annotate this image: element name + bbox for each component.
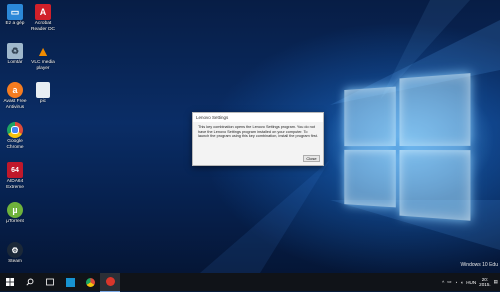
recycle-bin-icon: ♻ — [7, 43, 23, 59]
desktop-icon-pic[interactable]: pic — [28, 82, 58, 105]
desktop-icon-aida64[interactable]: 64 AIDA64 Extreme — [0, 162, 30, 190]
desktop-icon-vlc[interactable]: ▲ VLC media player — [28, 43, 58, 71]
close-button[interactable]: Close — [303, 155, 320, 162]
chrome-taskbar-button[interactable] — [80, 273, 100, 291]
search-button[interactable] — [20, 273, 40, 291]
desktop-icon-acrobat[interactable]: A Acrobat Reader DC — [28, 4, 58, 32]
language-indicator[interactable]: HUN — [466, 280, 476, 285]
avast-icon: a — [7, 82, 23, 98]
network-icon[interactable]: ◔ — [455, 280, 458, 285]
windows-start-icon — [6, 278, 14, 286]
desktop-icon-recycle-bin[interactable]: ♻ Lomtár — [0, 43, 30, 66]
app-taskbar-button[interactable] — [100, 272, 120, 292]
taskbar — [0, 272, 500, 292]
desktop-icon-steam[interactable]: ⚙ Steam — [0, 242, 30, 265]
store-button[interactable] — [60, 273, 80, 291]
notifications-icon[interactable]: ▤ — [494, 279, 498, 285]
system-tray: ^ ▭ ◔ ◖ HUN 20: 2015. ▤ — [442, 273, 498, 291]
volume-icon[interactable]: ◖ — [460, 280, 463, 285]
desktop-icon-utorrent[interactable]: µ µTorrent — [0, 202, 30, 225]
battery-icon[interactable]: ▭ — [447, 279, 451, 285]
windows-logo-wallpaper — [344, 73, 474, 223]
app-icon — [105, 277, 115, 286]
task-view-icon — [46, 278, 54, 286]
vlc-icon: ▲ — [36, 43, 50, 59]
start-button[interactable] — [0, 273, 20, 291]
aida64-icon: 64 — [7, 162, 23, 178]
clock[interactable]: 20: 2015. — [479, 277, 491, 288]
desktop-icon-avast[interactable]: a Avast Free Antivirus — [0, 82, 30, 110]
windows-watermark: Windows 10 Edu — [460, 262, 498, 268]
computer-icon: ▭ — [7, 4, 23, 20]
file-icon — [36, 82, 50, 98]
search-icon — [26, 278, 34, 286]
task-view-button[interactable] — [40, 273, 60, 291]
chrome-icon — [7, 122, 23, 138]
utorrent-icon: µ — [7, 202, 23, 218]
chrome-icon — [85, 277, 95, 287]
desktop-icon-chrome[interactable]: Google Chrome — [0, 122, 30, 150]
show-hidden-icons-icon[interactable]: ^ — [442, 280, 444, 285]
desktop: ▭ Ez a gép A Acrobat Reader DC ♻ Lomtár … — [0, 0, 500, 273]
dialog-title: Lenovo Settings — [193, 113, 323, 122]
acrobat-icon: A — [35, 4, 51, 20]
dialog-message: This key combination opens the Lenovo Se… — [198, 125, 318, 139]
steam-icon: ⚙ — [7, 242, 23, 258]
store-icon — [65, 277, 75, 287]
clock-date: 2015. — [479, 282, 491, 287]
lenovo-settings-dialog: Lenovo Settings This key combination ope… — [192, 112, 324, 166]
desktop-icon-this-pc[interactable]: ▭ Ez a gép — [0, 4, 30, 27]
